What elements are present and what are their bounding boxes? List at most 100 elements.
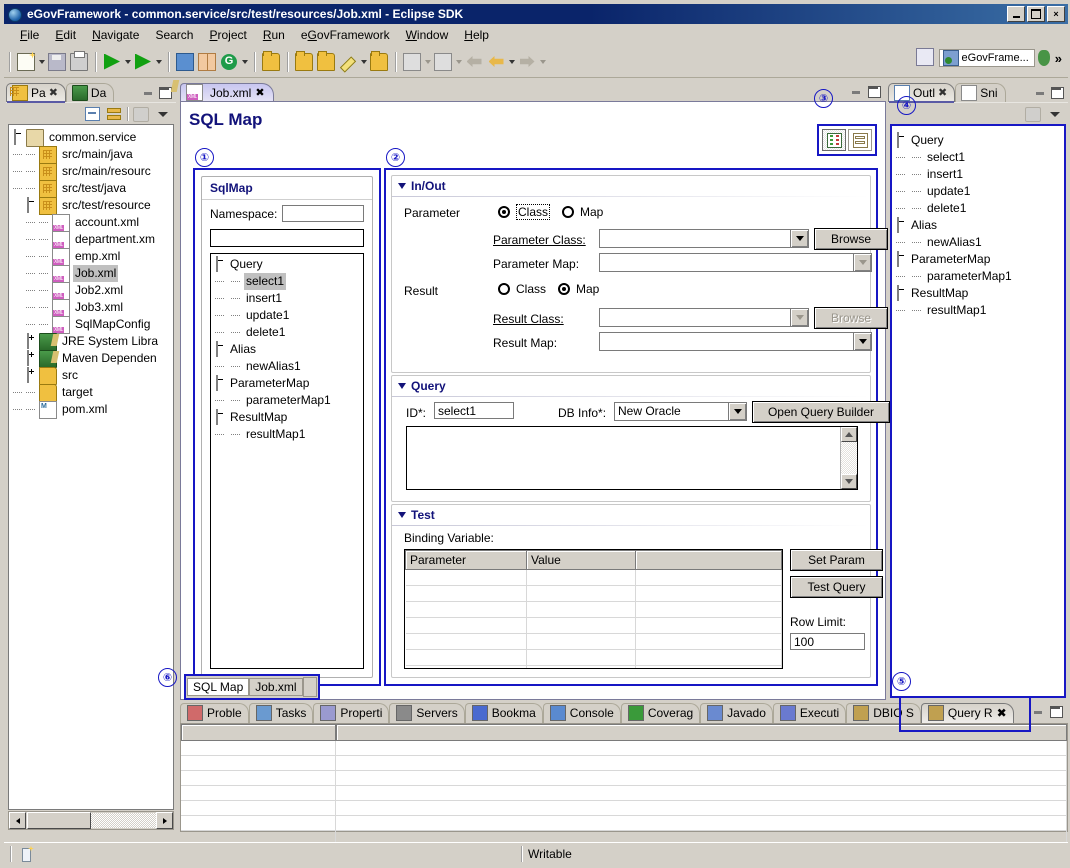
tree-item-label[interactable]: insert1 — [925, 166, 965, 183]
table-cell[interactable] — [406, 634, 527, 650]
table-cell[interactable] — [181, 786, 336, 801]
edit-button[interactable] — [337, 51, 359, 73]
tree-collapse-icon[interactable] — [215, 341, 228, 358]
table-cell[interactable] — [636, 570, 782, 586]
tree-item[interactable]: delete1 — [896, 200, 1064, 217]
page-tab-job-xml[interactable]: Job.xml — [249, 678, 302, 696]
result-class-link[interactable]: Result Class: — [493, 312, 564, 326]
table-row[interactable] — [406, 570, 782, 586]
tree-item-label[interactable]: ResultMap — [228, 409, 289, 426]
tab-package-explorer[interactable]: Pa ✖ — [6, 83, 66, 102]
parameter-class-link[interactable]: Parameter Class: — [493, 233, 586, 247]
outline-filter-icon[interactable] — [1024, 106, 1042, 123]
tree-item-label[interactable]: src — [60, 367, 80, 384]
table-row[interactable] — [406, 666, 782, 670]
menu-edit[interactable]: Edit — [47, 26, 84, 44]
inout-section-header[interactable]: In/Out — [392, 176, 870, 196]
parameter-map-combo[interactable] — [599, 253, 872, 272]
table-cell[interactable] — [181, 756, 336, 771]
tree-item[interactable]: resultMap1 — [215, 426, 363, 443]
query-vscrollbar[interactable] — [840, 427, 857, 489]
table-cell[interactable] — [406, 666, 527, 670]
query-results-table[interactable] — [180, 723, 1068, 832]
tree-item-label[interactable]: JRE System Libra — [60, 333, 160, 350]
table-cell[interactable] — [527, 650, 636, 666]
table-cell[interactable] — [181, 741, 336, 756]
table-cell[interactable] — [527, 602, 636, 618]
next-annotation-button[interactable] — [401, 51, 423, 73]
tree-collapse-icon[interactable] — [896, 217, 909, 234]
tree-expand-icon[interactable] — [26, 350, 39, 367]
table-cell[interactable] — [636, 634, 782, 650]
prev-annotation-dropdown-arrow[interactable] — [454, 51, 463, 73]
table-cell[interactable] — [527, 634, 636, 650]
tree-collapse-icon[interactable] — [896, 251, 909, 268]
parameter-class-radio[interactable] — [498, 206, 510, 218]
tree-item-label[interactable]: ParameterMap — [909, 251, 992, 268]
tree-item[interactable]: Alias — [215, 341, 363, 358]
tree-item-label[interactable]: parameterMap1 — [925, 268, 1014, 285]
chevron-down-icon[interactable] — [790, 230, 808, 247]
row-limit-input[interactable]: 100 — [790, 633, 865, 650]
table-cell[interactable] — [336, 816, 1067, 831]
tree-item-label[interactable]: src/main/java — [60, 146, 135, 163]
back-dropdown-arrow[interactable] — [507, 51, 516, 73]
table-cell[interactable] — [636, 586, 782, 602]
tree-item[interactable]: Query — [896, 132, 1064, 149]
chevron-down-icon[interactable] — [853, 333, 871, 350]
tree-item-label[interactable]: ResultMap — [909, 285, 970, 302]
new-egov-button[interactable]: G — [218, 51, 240, 73]
column-header[interactable] — [636, 551, 782, 570]
close-icon[interactable]: ✖ — [938, 86, 947, 99]
tree-item[interactable]: src/test/resource — [13, 197, 173, 214]
tree-item[interactable]: ParameterMap — [215, 375, 363, 392]
tree-item[interactable]: newAlias1 — [215, 358, 363, 375]
tree-item[interactable]: ResultMap — [896, 285, 1064, 302]
tree-collapse-icon[interactable] — [13, 129, 26, 146]
chevron-down-icon[interactable] — [728, 403, 746, 420]
bottom-tab-query-r[interactable]: Query R✖ — [921, 703, 1014, 723]
tree-item[interactable]: update1 — [896, 183, 1064, 200]
bottom-tab-javado[interactable]: Javado — [700, 703, 773, 723]
tree-item-label[interactable]: update1 — [244, 307, 291, 324]
column-header[interactable] — [336, 724, 1067, 741]
table-row[interactable] — [181, 816, 1067, 831]
result-class-radio-label[interactable]: Class — [516, 282, 546, 296]
result-map-radio[interactable] — [558, 283, 570, 295]
link-with-editor-icon[interactable] — [105, 106, 123, 123]
result-map-combo[interactable] — [599, 332, 872, 351]
result-class-radio[interactable] — [498, 283, 510, 295]
tree-collapse-icon[interactable] — [896, 132, 909, 149]
scroll-right-icon[interactable] — [156, 812, 173, 829]
tree-item-label[interactable]: src/test/resource — [60, 197, 153, 214]
tree-item-label[interactable]: Job3.xml — [73, 299, 125, 316]
tree-item-label[interactable]: newAlias1 — [244, 358, 303, 375]
column-header[interactable]: Parameter — [406, 551, 527, 570]
tree-item[interactable]: JRE System Libra — [13, 333, 173, 350]
package-explorer-tree[interactable]: common.servicesrc/main/javasrc/main/reso… — [8, 124, 174, 810]
next-annotation-dropdown-arrow[interactable] — [423, 51, 432, 73]
tree-item[interactable]: target — [13, 384, 173, 401]
set-param-button[interactable]: Set Param — [790, 549, 883, 571]
tree-item[interactable]: common.service — [13, 129, 173, 146]
open-type-button[interactable] — [260, 51, 282, 73]
close-button[interactable]: × — [1047, 6, 1065, 22]
tree-item[interactable]: emp.xml — [13, 248, 173, 265]
view-menu-icon[interactable] — [1046, 106, 1064, 123]
bottom-tab-dbio-s[interactable]: DBIO S — [846, 703, 921, 723]
tree-item-label[interactable]: delete1 — [244, 324, 287, 341]
tab-job-xml[interactable]: Job.xml ✖ — [180, 83, 274, 102]
menu-project[interactable]: Project — [201, 26, 254, 44]
new-class-button[interactable] — [196, 51, 218, 73]
new-package-button[interactable] — [174, 51, 196, 73]
test-query-button[interactable]: Test Query — [790, 576, 883, 598]
table-row[interactable] — [406, 650, 782, 666]
minimize-editor-icon[interactable] — [851, 88, 862, 97]
maximize-editor-icon[interactable] — [868, 86, 881, 98]
menu-file[interactable]: File — [12, 26, 47, 44]
namespace-input[interactable] — [282, 205, 364, 222]
minimize-button[interactable] — [1007, 6, 1025, 22]
last-edit-location-button[interactable] — [463, 51, 485, 73]
chevron-down-icon[interactable] — [853, 254, 871, 271]
maximize-view-icon[interactable] — [1051, 87, 1064, 99]
